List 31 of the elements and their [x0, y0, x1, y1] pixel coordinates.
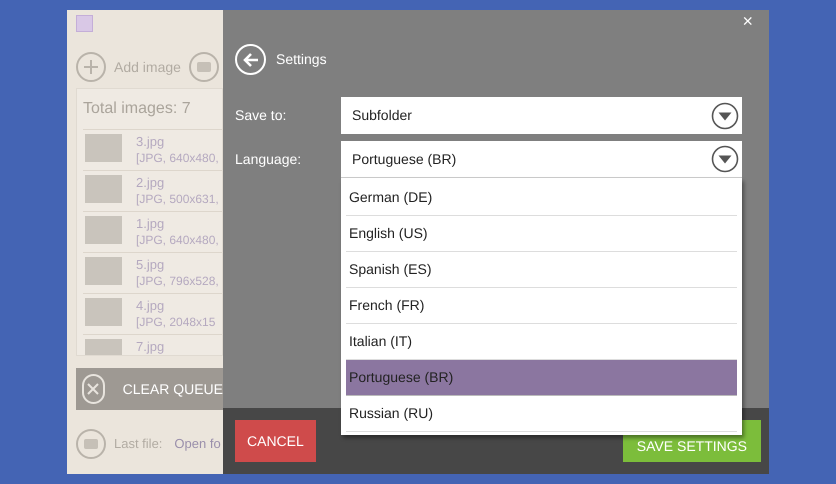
image-info: [JPG, 2048x15 — [136, 314, 216, 331]
language-option[interactable]: Spanish (ES) — [346, 252, 737, 288]
field-label: Language: — [235, 150, 302, 169]
language-option[interactable]: Portuguese (BR) — [346, 360, 737, 396]
image-info: [JPG, 640x480, — [136, 232, 219, 249]
dropdown-caret-icon[interactable] — [711, 145, 739, 173]
clear-icon — [82, 374, 105, 404]
select-field[interactable]: Subfolder — [341, 97, 742, 134]
close-button[interactable]: × — [742, 12, 753, 30]
image-info: [JPG, 500x631, — [136, 191, 219, 208]
last-file-label: Last file: — [114, 435, 162, 454]
photo-placeholder — [85, 298, 122, 326]
last-file-link[interactable]: Open fo — [174, 434, 221, 454]
settings-title: Settings — [276, 50, 327, 69]
photo-placeholder — [85, 216, 122, 244]
image-info: [JPG, 640x480, — [136, 150, 219, 167]
app-logo-icon — [76, 15, 93, 32]
photo-placeholder — [85, 175, 122, 203]
select-field[interactable]: Portuguese (BR) — [341, 141, 742, 178]
language-option[interactable]: French (FR) — [346, 288, 737, 324]
language-option[interactable]: Russian (RU) — [346, 396, 737, 432]
field-label: Save to: — [235, 106, 288, 125]
total-images-label: Total images: 7 — [83, 99, 192, 119]
language-option[interactable]: English (US) — [346, 216, 737, 252]
image-info: [JPG, 796x528, — [136, 273, 219, 290]
language-option[interactable]: German (DE) — [346, 180, 737, 216]
photo-placeholder — [85, 257, 122, 285]
clear-queue-button[interactable]: CLEAR QUEUE — [76, 368, 223, 410]
cancel-button[interactable]: CANCEL — [235, 420, 316, 462]
photo-placeholder — [85, 134, 122, 162]
dropdown-caret-icon[interactable] — [711, 102, 739, 130]
